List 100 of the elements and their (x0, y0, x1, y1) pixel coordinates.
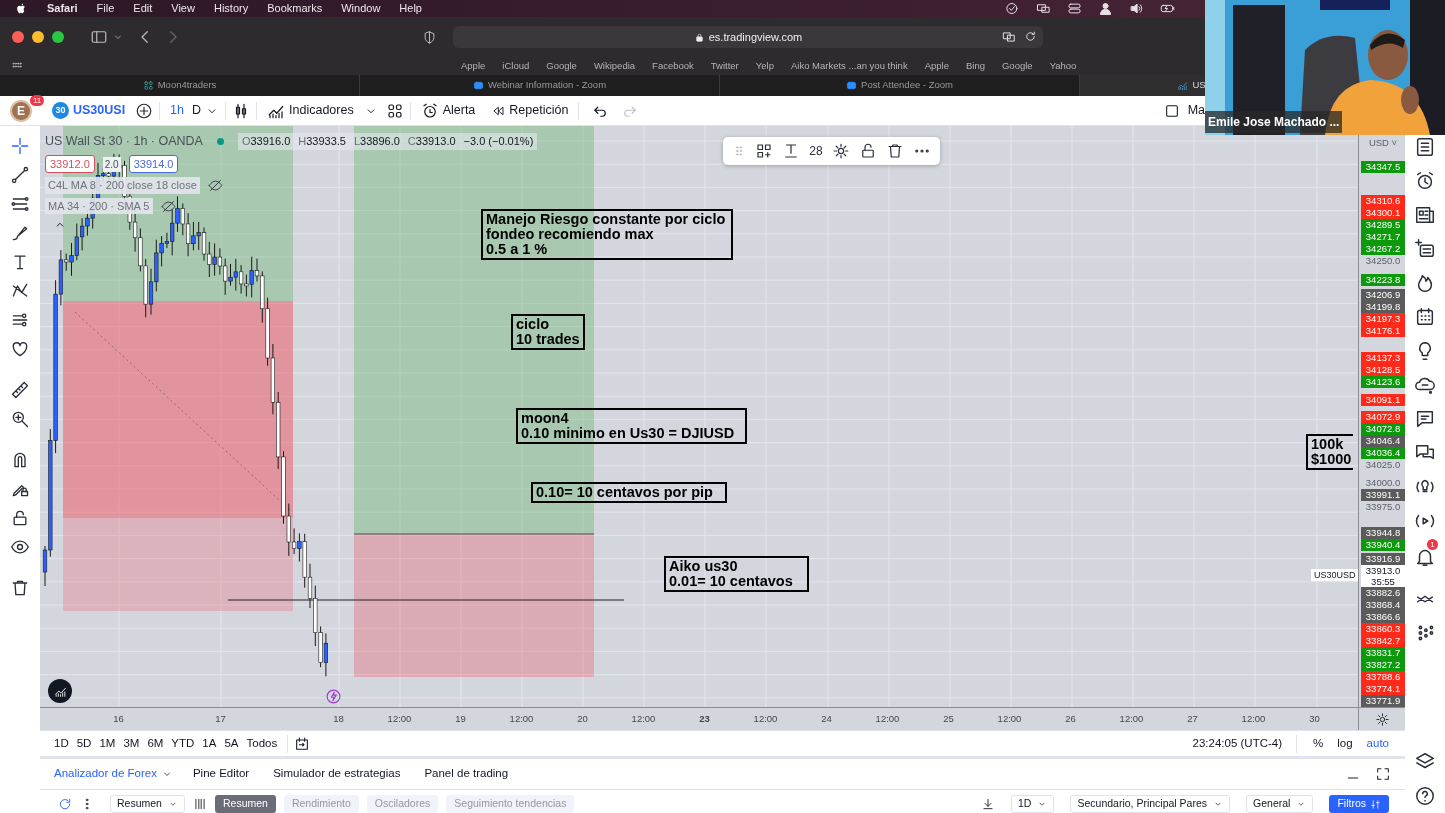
bookmark-link[interactable]: Yelp (755, 58, 774, 74)
hidden-eye-icon[interactable] (207, 178, 223, 193)
scale-button[interactable]: auto (1362, 734, 1393, 753)
bookmark-link[interactable]: Bing (965, 58, 985, 74)
avatar[interactable]: E (10, 99, 32, 122)
translate-icon[interactable] (1002, 30, 1016, 44)
panel-tab[interactable]: Panel de trading (412, 759, 521, 789)
range-button[interactable]: 5A (220, 734, 243, 753)
settings-icon[interactable] (831, 142, 850, 160)
panel-tab[interactable]: Pine Editor (180, 759, 262, 789)
alarm-clock-icon[interactable] (1414, 170, 1436, 192)
interval-button[interactable]: 1h (166, 97, 188, 124)
window-control[interactable] (12, 31, 24, 43)
text-note[interactable]: Manejo Riesgo constante por ciclo fondeo recomiendo max 0.5 a 1 % (481, 209, 733, 260)
add-list-icon[interactable] (1414, 238, 1436, 260)
refresh-icon[interactable] (58, 797, 72, 811)
download-icon[interactable] (981, 797, 996, 811)
panel-tab[interactable]: Analizador de Forex (42, 759, 169, 789)
settings-icon[interactable] (1374, 711, 1390, 727)
scale-button[interactable]: % (1309, 734, 1328, 753)
bookmark-link[interactable]: Aiko Markets ...an you think (790, 58, 908, 74)
shield-icon[interactable] (422, 29, 437, 45)
range-button[interactable]: 6M (143, 734, 168, 753)
ruler-icon[interactable] (10, 380, 30, 400)
currency-selector[interactable]: USD ˅ (1361, 137, 1405, 149)
fib-lines-icon[interactable] (10, 194, 30, 214)
group-select[interactable]: General (1246, 795, 1314, 813)
menu-item[interactable]: View (171, 0, 195, 17)
range-button[interactable]: 3M (119, 734, 144, 753)
trend-line-icon[interactable] (10, 165, 30, 185)
browser-tab[interactable]: US (1080, 75, 1207, 96)
app-menu[interactable]: Safari (47, 0, 78, 17)
zoom-in-icon[interactable] (10, 409, 30, 429)
maximize-icon[interactable] (1375, 766, 1391, 782)
menu-item[interactable]: Help (399, 0, 422, 17)
range-button[interactable]: 1A (198, 734, 221, 753)
bookmark-link[interactable]: iCloud (502, 58, 530, 74)
news-icon[interactable] (1414, 204, 1436, 226)
range-button[interactable]: 1D (50, 734, 73, 753)
alert-button[interactable]: Alerta (416, 97, 480, 124)
text-note[interactable]: Aiko us30 0.01= 10 centavos (664, 556, 809, 592)
user-icon[interactable] (1098, 1, 1113, 16)
layout-grid-icon[interactable] (385, 101, 404, 120)
help-icon[interactable] (1414, 785, 1436, 807)
trash-icon[interactable] (886, 142, 905, 160)
scale-button[interactable]: log (1333, 734, 1357, 753)
text-note[interactable]: ciclo 10 trades (511, 314, 585, 350)
text-note[interactable]: 0.10= 10 centavos por pip (531, 482, 727, 503)
text-note[interactable]: 100k $1000 (1306, 434, 1354, 470)
pairs-select[interactable]: Secundario, Principal Pares (1070, 795, 1231, 813)
replay-button[interactable]: Repetición (487, 97, 573, 124)
lightning-icon[interactable] (325, 688, 342, 705)
reload-icon[interactable] (1024, 30, 1037, 43)
bookmark-link[interactable]: Apple (924, 58, 949, 74)
checkbox-icon[interactable] (1163, 102, 1180, 119)
trash-icon[interactable] (10, 578, 30, 598)
font-size-button[interactable]: 28 (809, 142, 823, 160)
window-control[interactable] (32, 31, 44, 43)
bookmark-link[interactable]: Apple (461, 58, 486, 74)
indicators-button[interactable]: Indicadores (263, 97, 358, 124)
layout-name[interactable]: Ma (1187, 101, 1205, 120)
menu-item[interactable]: Bookmarks (267, 0, 323, 17)
screens-icon[interactable] (1036, 1, 1051, 16)
range-button[interactable]: Todos (242, 734, 282, 753)
watchlist-icon[interactable] (1414, 136, 1436, 158)
add-symbol-icon[interactable] (135, 101, 154, 120)
menu-item[interactable]: Edit (133, 0, 153, 17)
bookmark-link[interactable]: Facebook (652, 58, 694, 74)
bookmark-link[interactable]: Twitter (710, 58, 739, 74)
window-control[interactable] (52, 31, 64, 43)
symbol-search[interactable]: 30 US30USI (48, 97, 130, 124)
range-button[interactable]: 5D (72, 734, 96, 753)
filter-tab[interactable]: Resumen (214, 795, 276, 813)
columns-icon[interactable] (192, 797, 207, 811)
menu-item[interactable]: Window (341, 0, 381, 17)
range-button[interactable]: 1M (95, 734, 120, 753)
date-range-icon[interactable] (294, 735, 311, 752)
sell-price[interactable]: 33912.0 (45, 154, 95, 174)
menu-item[interactable]: History (213, 0, 249, 17)
bookmark-link[interactable]: Wikipedia (593, 58, 636, 74)
range-button[interactable]: YTD (167, 734, 199, 753)
volume-icon[interactable] (1129, 1, 1144, 16)
heart-icon[interactable] (10, 339, 30, 359)
text-note[interactable]: moon4 0.10 minimo en Us30 = DJIUSD (516, 408, 747, 444)
filters-button[interactable]: Filtros (1329, 795, 1389, 813)
crosshair-icon[interactable] (10, 136, 30, 156)
control-center-icon[interactable] (1067, 1, 1082, 16)
view-select[interactable]: Resumen (110, 795, 185, 813)
bookmark-link[interactable]: Google (1002, 58, 1033, 74)
check-circle-icon[interactable] (1005, 1, 1020, 16)
templates-icon[interactable] (754, 142, 773, 160)
bookmark-link[interactable]: Google (546, 58, 577, 74)
chat-icon[interactable] (1414, 408, 1436, 430)
interval-button[interactable]: D (188, 97, 206, 124)
buy-price[interactable]: 33914.0 (128, 154, 179, 174)
menu-item[interactable]: File (96, 0, 115, 17)
text-color-icon[interactable] (782, 142, 800, 160)
interval-select[interactable]: 1D (1011, 795, 1055, 813)
calendar-icon[interactable] (1414, 306, 1436, 328)
hidden-eye-icon[interactable] (160, 198, 176, 214)
